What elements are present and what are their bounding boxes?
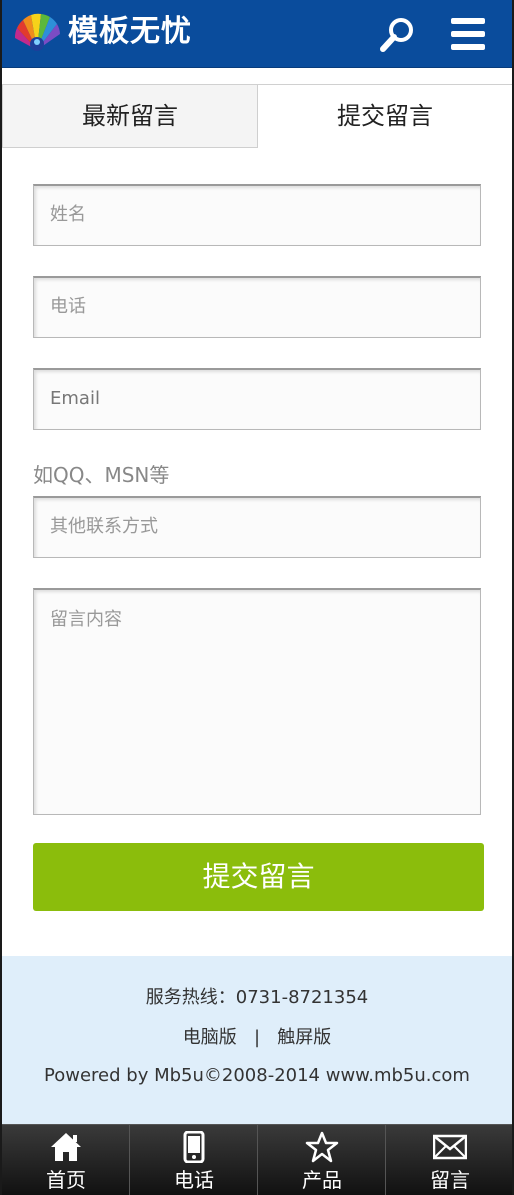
desktop-version-link[interactable]: 电脑版 [183, 1027, 237, 1048]
message-tabs: 最新留言 提交留言 [2, 84, 512, 148]
menu-bar [451, 31, 485, 37]
nav-products[interactable]: 产品 [258, 1125, 386, 1195]
contact-hint: 如QQ、MSN等 [33, 463, 170, 487]
bottom-nav: 首页 电话 产品 留言 [2, 1124, 512, 1195]
menu-bar [451, 18, 485, 24]
nav-home[interactable]: 首页 [2, 1125, 130, 1195]
email-field[interactable]: Email [33, 368, 481, 430]
version-links: 电脑版 | 触屏版 [2, 1026, 512, 1050]
tab-submit-message[interactable]: 提交留言 [258, 85, 512, 148]
nav-phone-label: 电话 [174, 1168, 214, 1192]
contact-field[interactable]: 其他联系方式 [33, 496, 481, 558]
menu-icon[interactable] [448, 18, 488, 54]
link-separator: | [253, 1027, 261, 1048]
phone-field[interactable]: 电话 [33, 276, 481, 338]
nav-home-label: 首页 [46, 1168, 86, 1192]
phone-icon [183, 1131, 205, 1163]
submit-button[interactable]: 提交留言 [33, 843, 484, 911]
header: 模板无忧 [2, 0, 512, 68]
mail-icon [433, 1134, 467, 1160]
tab-latest-messages[interactable]: 最新留言 [2, 85, 258, 148]
search-icon[interactable] [378, 16, 416, 54]
site-logo-text[interactable]: 模板无忧 [68, 12, 192, 52]
home-icon [51, 1133, 81, 1161]
powered-by-text: Powered by Mb5u©2008-2014 www.mb5u.com [44, 1065, 470, 1086]
nav-messages[interactable]: 留言 [386, 1125, 514, 1195]
footer: 服务热线：0731-8721354 电脑版 | 触屏版 Powered by M… [2, 956, 512, 1124]
nav-products-label: 产品 [302, 1168, 342, 1192]
touch-version-link[interactable]: 触屏版 [277, 1027, 331, 1048]
message-textarea[interactable]: 留言内容 [33, 588, 481, 815]
star-icon [305, 1131, 339, 1163]
menu-bar [451, 44, 485, 50]
name-field[interactable]: 姓名 [33, 184, 481, 246]
nav-phone[interactable]: 电话 [130, 1125, 258, 1195]
hotline-text: 服务热线：0731-8721354 [145, 987, 369, 1008]
nav-messages-label: 留言 [430, 1168, 470, 1192]
peacock-logo-icon[interactable] [11, 10, 63, 56]
